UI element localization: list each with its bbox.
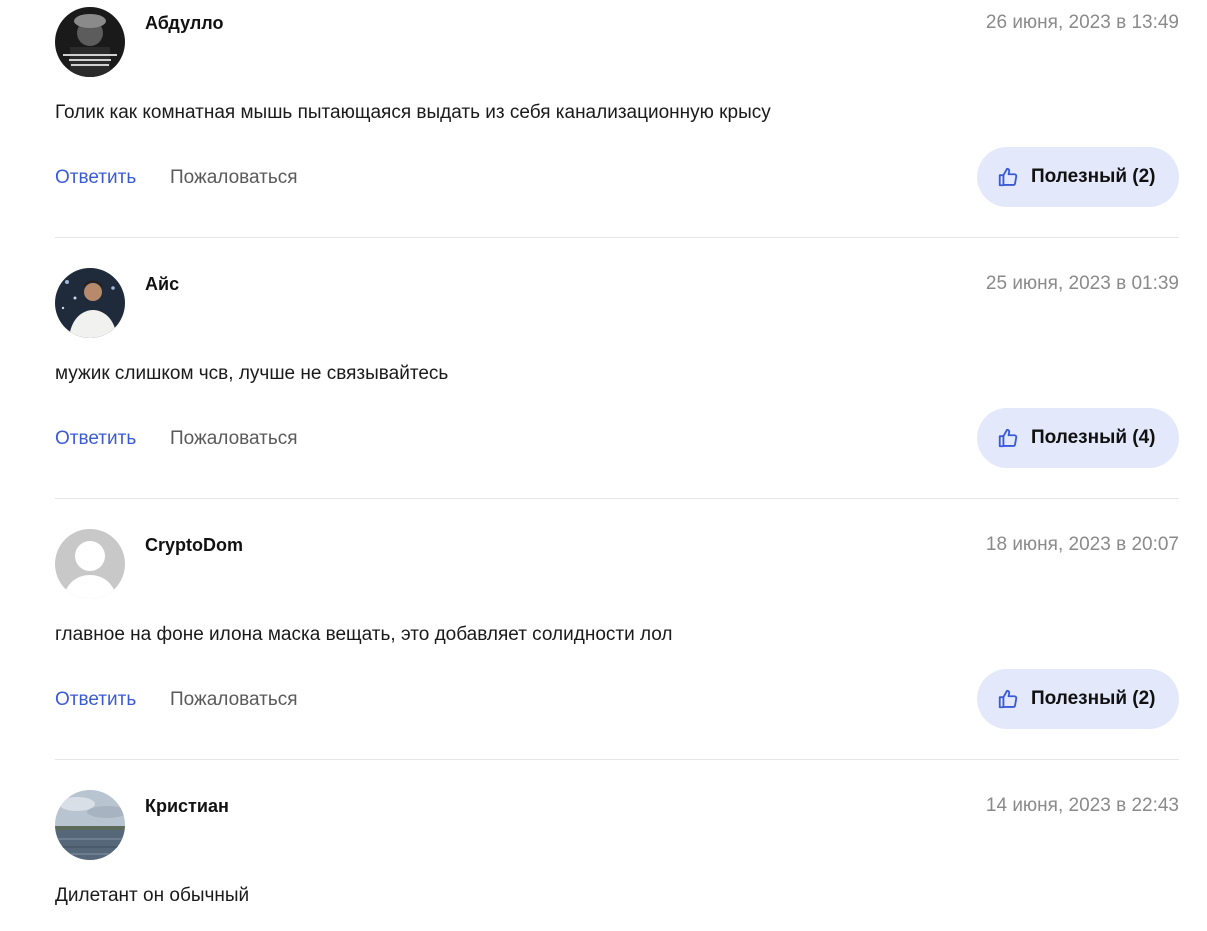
- useful-label: Полезный (2): [1031, 688, 1156, 709]
- comment-date: 14 июня, 2023 в 22:43: [985, 795, 1179, 816]
- avatar[interactable]: [55, 268, 125, 338]
- report-button[interactable]: Пожаловаться: [170, 688, 298, 712]
- comment-author: Айс: [145, 274, 180, 294]
- reply-button[interactable]: Ответить: [55, 427, 136, 451]
- useful-button[interactable]: Полезный (4): [977, 408, 1179, 468]
- reply-button[interactable]: Ответить: [55, 166, 136, 190]
- comment-author: Кристиан: [145, 796, 229, 816]
- reply-button[interactable]: Ответить: [55, 688, 136, 712]
- divider: [55, 237, 1179, 238]
- useful-label: Полезный (4): [1031, 427, 1156, 448]
- comment-date: 26 июня, 2023 в 13:49: [985, 12, 1179, 33]
- comment-text: главное на фоне илона маска вещать, это …: [55, 624, 673, 645]
- comment-text: Голик как комнатная мышь пытающаяся выда…: [55, 102, 771, 123]
- comment-text: Дилетант он обычный: [55, 885, 250, 906]
- useful-button[interactable]: Полезный (2): [977, 147, 1179, 207]
- avatar[interactable]: [55, 529, 125, 599]
- thumbs-up-icon: [998, 689, 1018, 709]
- divider: [55, 498, 1179, 499]
- avatar[interactable]: [55, 7, 125, 77]
- comment-date: 18 июня, 2023 в 20:07: [985, 534, 1179, 555]
- divider: [55, 759, 1179, 760]
- avatar[interactable]: [55, 790, 125, 860]
- report-button[interactable]: Пожаловаться: [170, 166, 298, 190]
- useful-label: Полезный (2): [1031, 166, 1156, 187]
- thumbs-up-icon: [998, 167, 1018, 187]
- comment-author: Абдулло: [145, 13, 224, 33]
- comment-author: CryptoDom: [145, 535, 243, 555]
- useful-button[interactable]: Полезный (2): [977, 669, 1179, 729]
- comment-date: 25 июня, 2023 в 01:39: [985, 273, 1179, 294]
- comment-text: мужик слишком чсв, лучше не связывайтесь: [55, 363, 449, 384]
- thumbs-up-icon: [998, 428, 1018, 448]
- report-button[interactable]: Пожаловаться: [170, 427, 298, 451]
